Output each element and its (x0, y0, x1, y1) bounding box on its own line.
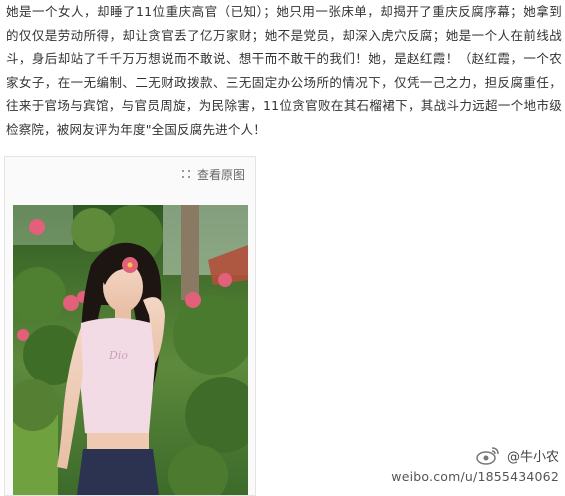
photo-illustration: Dio (13, 205, 248, 495)
weibo-logo-icon (476, 447, 499, 465)
view-original-label: 查看原图 (196, 168, 245, 182)
weibo-watermark: @牛小农 weibo.com/u/1855434062 (391, 445, 559, 484)
article-photo[interactable]: Dio (13, 205, 248, 495)
article-text: 她是一个女人，却睡了11位重庆高官（已知）；她只用一张床单，却揭开了重庆反腐序幕… (6, 4, 562, 137)
view-original-link[interactable]: 查看原图 (181, 166, 245, 183)
zoom-dots-icon (181, 169, 192, 180)
weibo-url: weibo.com/u/1855434062 (391, 469, 559, 484)
photo-card: 查看原图 Dio (4, 156, 256, 496)
weibo-handle: @牛小农 (506, 449, 559, 465)
shirt-print-text: Dio (108, 349, 128, 362)
